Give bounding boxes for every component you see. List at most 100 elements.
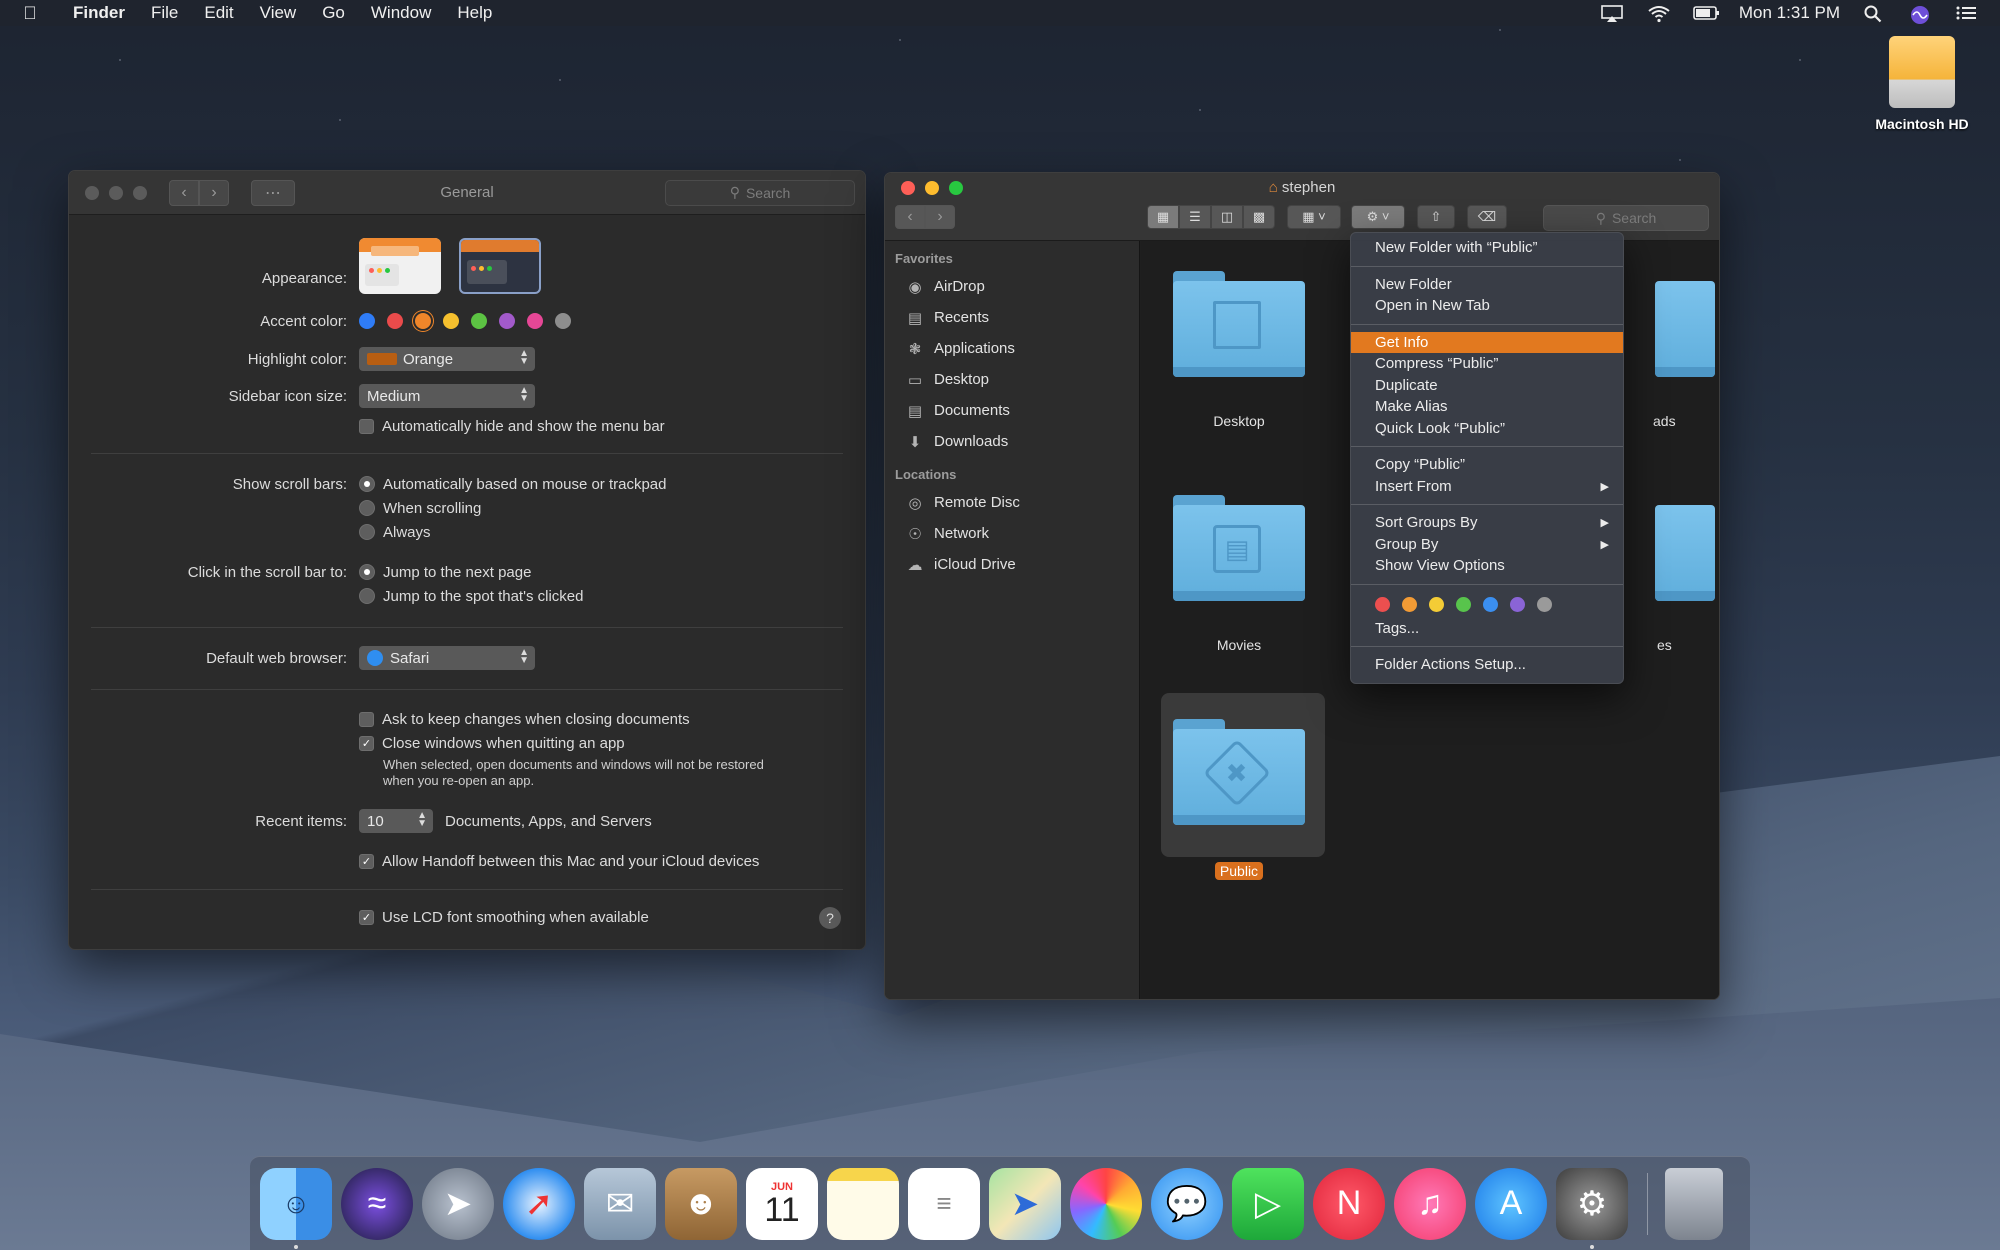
sidebar-item-downloads[interactable]: ⬇ Downloads	[885, 426, 1139, 457]
menu-show-view-options[interactable]: Show View Options	[1351, 555, 1623, 577]
folder-public[interactable]: ✖	[1169, 719, 1309, 829]
sidebar-item-icloud-drive[interactable]: ☁ iCloud Drive	[885, 549, 1139, 580]
menu-compress[interactable]: Compress “Public”	[1351, 353, 1623, 375]
folder-movies[interactable]: ▤	[1169, 495, 1309, 605]
jump-next-page-radio[interactable]	[359, 564, 375, 580]
menu-new-folder-with-selection[interactable]: New Folder with “Public”	[1351, 237, 1623, 259]
tag-icon[interactable]: ⌫	[1467, 205, 1507, 229]
menu-file[interactable]: File	[138, 3, 191, 23]
app-store-icon[interactable]: A	[1475, 1167, 1547, 1240]
forward-button[interactable]: ›	[925, 205, 955, 229]
tag-color-dot[interactable]	[1402, 597, 1417, 612]
sidebar-icon-size-popup[interactable]: Medium ▲ ▼	[359, 384, 535, 408]
highlight-color-popup[interactable]: Orange ▲ ▼	[359, 347, 535, 371]
menu-insert-from[interactable]: Insert From ▶	[1351, 476, 1623, 498]
back-button[interactable]: ‹	[169, 179, 199, 206]
sidebar-item-recents[interactable]: ▤ Recents	[885, 302, 1139, 333]
wifi-icon[interactable]	[1647, 5, 1670, 23]
accent-swatch[interactable]	[387, 313, 403, 329]
menu-folder-actions-setup[interactable]: Folder Actions Setup...	[1351, 654, 1623, 676]
menu-open-new-tab[interactable]: Open in New Tab	[1351, 295, 1623, 317]
sidebar-item-remote-disc[interactable]: ◎ Remote Disc	[885, 487, 1139, 518]
apple-menu-icon[interactable]: 	[0, 3, 60, 24]
menu-group-by[interactable]: Group By ▶	[1351, 534, 1623, 556]
menu-get-info[interactable]: Get Info	[1351, 331, 1623, 353]
sidebar-item-documents[interactable]: ▤ Documents	[885, 395, 1139, 426]
finder-icon[interactable]: ☺	[260, 1167, 332, 1249]
menu-tags[interactable]: Tags...	[1351, 618, 1623, 640]
airplay-icon[interactable]	[1601, 5, 1623, 22]
zoom-button[interactable]	[133, 185, 147, 200]
desktop-macintosh-hd[interactable]: Macintosh HD	[1862, 36, 1982, 132]
prefs-search-field[interactable]: ⚲ Search	[665, 179, 855, 206]
recent-items-stepper[interactable]: 10 ▲ ▼	[359, 809, 433, 833]
appearance-dark-option[interactable]	[459, 238, 541, 294]
mail-icon[interactable]: ✉	[584, 1167, 656, 1240]
sidebar-item-airdrop[interactable]: ◉ AirDrop	[885, 271, 1139, 302]
menu-finder[interactable]: Finder	[60, 3, 138, 23]
accent-swatch[interactable]	[471, 313, 487, 329]
close-windows-checkbox[interactable]: ✓	[359, 735, 374, 751]
photos-icon[interactable]	[1070, 1167, 1142, 1240]
sidebar-item-applications[interactable]: ❃ Applications	[885, 333, 1139, 364]
tag-color-dot[interactable]	[1456, 597, 1471, 612]
menu-go[interactable]: Go	[309, 3, 358, 23]
siri-icon[interactable]: ≈	[341, 1167, 413, 1240]
accent-swatch[interactable]	[443, 313, 459, 329]
messages-icon[interactable]: 💬	[1151, 1167, 1223, 1240]
sidebar-item-network[interactable]: ☉ Network	[885, 518, 1139, 549]
menu-edit[interactable]: Edit	[191, 3, 246, 23]
scroll-always-radio[interactable]	[359, 524, 375, 540]
trash-icon[interactable]	[1665, 1167, 1723, 1240]
forward-button[interactable]: ›	[199, 179, 229, 206]
help-button[interactable]: ?	[819, 907, 841, 929]
accent-swatch[interactable]	[499, 313, 515, 329]
tag-color-dot[interactable]	[1429, 597, 1444, 612]
tag-color-dot[interactable]	[1375, 597, 1390, 612]
calendar-icon[interactable]: JUN 11	[746, 1167, 818, 1240]
notification-center-icon[interactable]	[1956, 5, 1978, 21]
clock-text[interactable]: Mon 1:31 PM	[1739, 3, 1840, 23]
folder-downloads-partial[interactable]	[1655, 271, 1715, 381]
notes-icon[interactable]	[827, 1167, 899, 1240]
autohide-menubar-checkbox[interactable]	[359, 418, 374, 434]
scroll-when-scrolling-radio[interactable]	[359, 500, 375, 516]
system-preferences-icon[interactable]: ⚙	[1556, 1167, 1628, 1249]
menu-copy[interactable]: Copy “Public”	[1351, 454, 1623, 476]
maps-icon[interactable]: ➤	[989, 1167, 1061, 1240]
siri-icon[interactable]	[1910, 5, 1932, 24]
scroll-auto-radio[interactable]	[359, 476, 375, 492]
spotlight-icon[interactable]	[1864, 5, 1886, 23]
column-view-icon[interactable]: ◫	[1211, 205, 1243, 229]
handoff-checkbox[interactable]: ✓	[359, 853, 374, 869]
list-view-icon[interactable]: ☰	[1179, 205, 1211, 229]
music-icon[interactable]: ♫	[1394, 1167, 1466, 1240]
action-gear-icon[interactable]: ⚙ ˅	[1351, 205, 1405, 229]
menu-help[interactable]: Help	[444, 3, 505, 23]
finder-search-field[interactable]: ⚲ Search	[1543, 205, 1709, 231]
jump-spot-radio[interactable]	[359, 588, 375, 604]
appearance-light-option[interactable]	[359, 238, 441, 294]
contacts-icon[interactable]: ☻	[665, 1167, 737, 1240]
folder-pictures-partial[interactable]	[1655, 495, 1715, 605]
icon-view-icon[interactable]: ▦	[1147, 205, 1179, 229]
menu-quick-look[interactable]: Quick Look “Public”	[1351, 418, 1623, 440]
menu-duplicate[interactable]: Duplicate	[1351, 375, 1623, 397]
back-button[interactable]: ‹	[895, 205, 925, 229]
menu-new-folder[interactable]: New Folder	[1351, 274, 1623, 296]
menu-sort-groups-by[interactable]: Sort Groups By ▶	[1351, 512, 1623, 534]
accent-swatch[interactable]	[527, 313, 543, 329]
news-icon[interactable]: N	[1313, 1167, 1385, 1240]
close-button[interactable]	[85, 185, 99, 200]
menu-window[interactable]: Window	[358, 3, 444, 23]
tag-color-dot[interactable]	[1510, 597, 1525, 612]
accent-swatch[interactable]	[359, 313, 375, 329]
share-icon[interactable]: ⇧	[1417, 205, 1455, 229]
accent-swatch[interactable]	[415, 313, 431, 329]
gallery-view-icon[interactable]: ▩	[1243, 205, 1275, 229]
accent-swatch[interactable]	[555, 313, 571, 329]
sidebar-item-desktop[interactable]: ▭ Desktop	[885, 364, 1139, 395]
reminders-icon[interactable]: ≡	[908, 1167, 980, 1240]
lcd-smoothing-checkbox[interactable]: ✓	[359, 909, 374, 925]
minimize-button[interactable]	[109, 185, 123, 200]
